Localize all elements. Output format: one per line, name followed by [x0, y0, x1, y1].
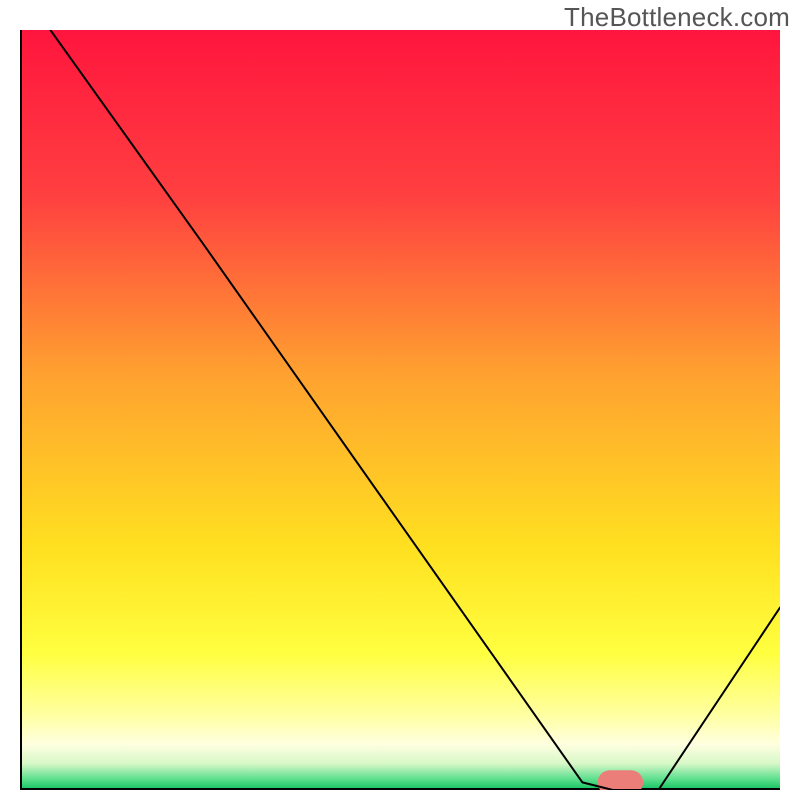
chart-svg — [20, 30, 780, 790]
chart-background — [20, 30, 780, 790]
chart-frame: TheBottleneck.com — [0, 0, 800, 800]
watermark-text: TheBottleneck.com — [564, 2, 790, 33]
plot-area — [20, 30, 780, 790]
